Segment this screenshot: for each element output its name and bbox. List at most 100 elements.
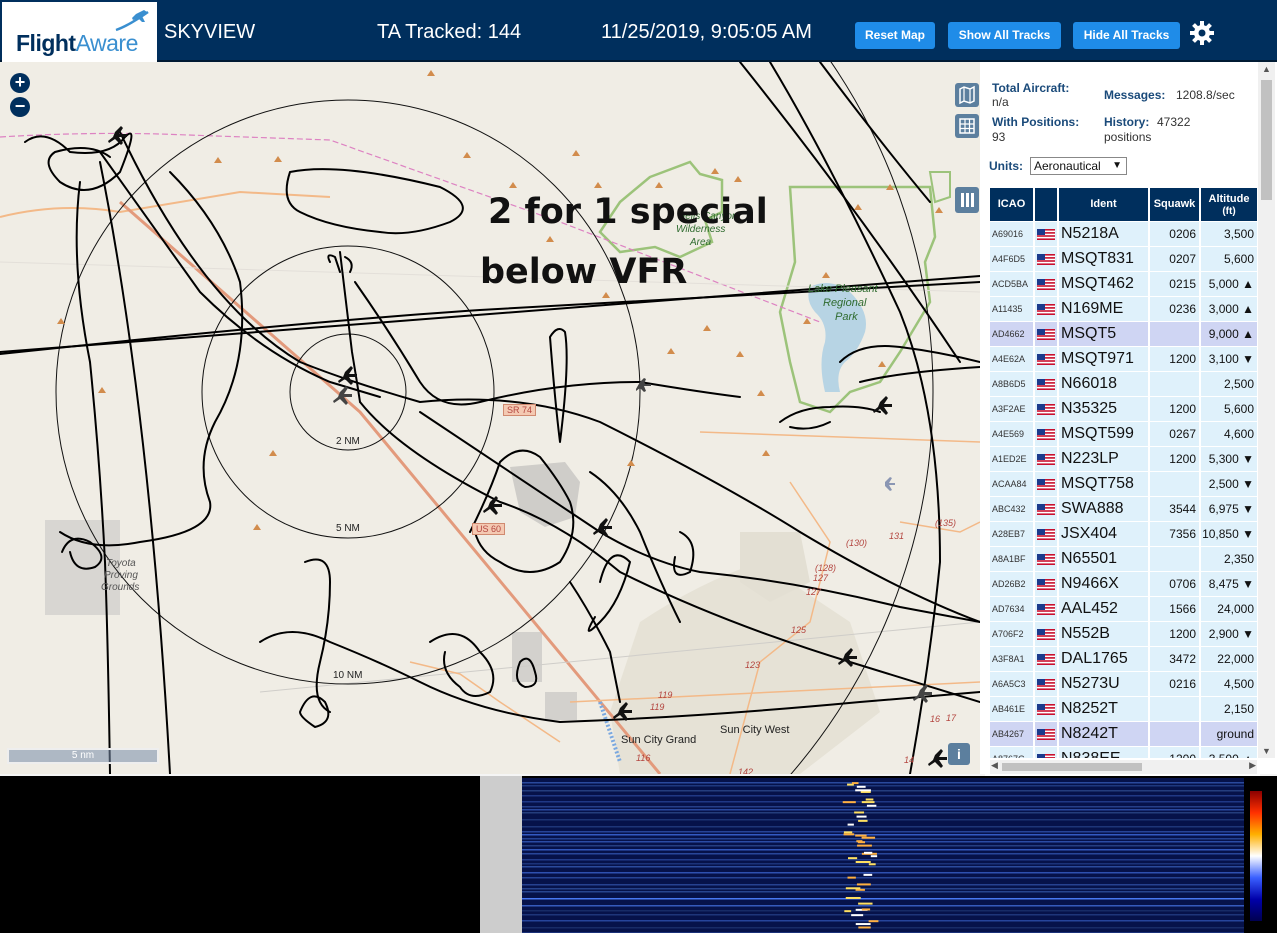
cell-flag (1035, 422, 1057, 446)
table-row[interactable]: ABC432 SWA888 3544 6,975 ▼ (990, 497, 1257, 522)
gear-icon[interactable] (1189, 20, 1215, 46)
history-value: 47322 (1157, 115, 1191, 129)
scroll-right-icon[interactable]: ▶ (1249, 760, 1256, 771)
table-row[interactable]: A1ED2E N223LP 1200 5,300 ▼ (990, 447, 1257, 472)
cell-icao: A4F6D5 (990, 247, 1033, 271)
table-row[interactable]: A3F2AE N35325 1200 5,600 (990, 397, 1257, 422)
table-row[interactable]: AB4267 N8242T ground (990, 722, 1257, 747)
table-row[interactable]: A706F2 N552B 1200 2,900 ▼ (990, 622, 1257, 647)
table-row[interactable]: A4E62A MSQT971 1200 3,100 ▼ (990, 347, 1257, 372)
cell-icao: ACD5BA (990, 272, 1033, 296)
table-row[interactable]: A69016 N5218A 0206 3,500 (990, 222, 1257, 247)
col-header-flag[interactable] (1035, 188, 1057, 221)
zoom-in-button[interactable]: + (10, 73, 30, 93)
cell-squawk (1150, 472, 1199, 496)
spectrum-line (522, 841, 1244, 843)
hwy-label: 119 (658, 690, 673, 700)
cell-icao: A69016 (990, 222, 1033, 246)
scale-bar: 5 nm (7, 748, 159, 764)
ring-label-10nm: 10 NM (333, 670, 363, 681)
info-button[interactable]: i (948, 743, 970, 765)
map-layers-button[interactable] (955, 83, 979, 107)
grid-toggle-button[interactable] (955, 114, 979, 138)
table-row[interactable]: ACAA84 MSQT758 2,500 ▼ (990, 472, 1257, 497)
table-row[interactable]: AB461E N8252T 2,150 (990, 697, 1257, 722)
cell-squawk: 0207 (1150, 247, 1199, 271)
table-row[interactable]: A4E569 MSQT599 0267 4,600 (990, 422, 1257, 447)
column-toggle-button[interactable] (955, 187, 979, 213)
col-header-squawk[interactable]: Squawk (1150, 188, 1199, 221)
scrollbar-thumb[interactable] (1002, 763, 1142, 771)
flightaware-logo[interactable]: FlightAware (2, 2, 157, 62)
cell-ident: MSQT758 (1059, 472, 1148, 496)
scrollbar-thumb[interactable] (1261, 80, 1272, 200)
cell-altitude: 2,500 ▼ (1201, 472, 1257, 496)
cell-squawk: 0236 (1150, 297, 1199, 321)
spectrum-peak (861, 836, 876, 839)
us-flag-icon (1037, 679, 1055, 690)
units-select[interactable]: Aeronautical ▼ (1030, 157, 1127, 175)
us-flag-icon (1037, 579, 1055, 590)
table-row[interactable]: A8A1BF N65501 2,350 (990, 547, 1257, 572)
table-row[interactable]: A8B6D5 N66018 2,500 (990, 372, 1257, 397)
vertical-scrollbar[interactable]: ▲ ▼ (1258, 62, 1275, 758)
scroll-left-icon[interactable]: ◀ (991, 760, 998, 771)
map-canvas (0, 62, 980, 774)
spectrum-peak (861, 908, 871, 911)
cell-flag (1035, 247, 1057, 271)
logo-text: FlightAware (16, 30, 138, 56)
table-row[interactable]: A6A5C3 N5273U 0216 4,500 (990, 672, 1257, 697)
table-row[interactable]: ACD5BA MSQT462 0215 5,000 ▲ (990, 272, 1257, 297)
cell-icao: A4E569 (990, 422, 1033, 446)
spectrum-peak (866, 804, 877, 807)
hide-all-tracks-button[interactable]: Hide All Tracks (1073, 22, 1180, 49)
spectrum-peak (844, 910, 852, 913)
table-row[interactable]: A11435 N169ME 0236 3,000 ▲ (990, 297, 1257, 322)
table-row[interactable]: A4F6D5 MSQT831 0207 5,600 (990, 247, 1257, 272)
spectrum-peak (857, 844, 872, 847)
spectrum-line (522, 809, 1244, 811)
cell-icao: A6A5C3 (990, 672, 1033, 696)
us-flag-icon (1037, 654, 1055, 665)
col-header-ident[interactable]: Ident (1059, 188, 1148, 221)
horizontal-scrollbar[interactable]: ◀ ▶ (990, 760, 1257, 774)
map-view[interactable]: 2 NM 5 NM 10 NM Sun City Grand Sun City … (0, 62, 980, 774)
spectrum-line (522, 812, 1244, 814)
cell-flag (1035, 222, 1057, 246)
reset-map-button[interactable]: Reset Map (855, 22, 935, 49)
scroll-down-icon[interactable]: ▼ (1262, 746, 1271, 756)
table-row[interactable]: AD26B2 N9466X 0706 8,475 ▼ (990, 572, 1257, 597)
cell-flag (1035, 572, 1057, 596)
cell-squawk: 0215 (1150, 272, 1199, 296)
col-header-icao[interactable]: ICAO (990, 188, 1033, 221)
us-flag-icon (1037, 304, 1055, 315)
table-row[interactable]: A3F8A1 DAL1765 3472 22,000 (990, 647, 1257, 672)
top-header: FlightAware SKYVIEW TA Tracked: 144 11/2… (0, 0, 1277, 62)
cell-ident: N35325 (1059, 397, 1148, 421)
col-header-altitude[interactable]: Altitude (ft) (1201, 188, 1257, 221)
us-flag-icon (1037, 454, 1055, 465)
spectrum-peak (870, 855, 878, 858)
hwy-label: 127 (806, 587, 822, 597)
us-flag-icon (1037, 504, 1055, 515)
place-lake-pleasant-1: Lake Pleasant (808, 283, 878, 295)
tracked-count: TA Tracked: 144 (377, 21, 522, 43)
spectrum-line (522, 853, 1244, 855)
table-row[interactable]: AD7634 AAL452 1566 24,000 (990, 597, 1257, 622)
us-flag-icon (1037, 629, 1055, 640)
cell-icao: A11435 (990, 297, 1033, 321)
spectrum-line (522, 838, 1244, 840)
us-flag-icon (1037, 379, 1055, 390)
table-row[interactable]: AD4662 MSQT5 9,000 ▲ (990, 322, 1257, 347)
cell-squawk: 1200 (1150, 447, 1199, 471)
spectrum-peak (855, 923, 871, 926)
table-row[interactable]: A28EB7 JSX404 7356 10,850 ▼ (990, 522, 1257, 547)
panel-divider[interactable] (480, 776, 522, 933)
spectrum-line (522, 872, 1244, 874)
show-all-tracks-button[interactable]: Show All Tracks (948, 22, 1061, 49)
scroll-up-icon[interactable]: ▲ (1262, 64, 1271, 74)
cell-ident: N169ME (1059, 297, 1148, 321)
cell-altitude: 2,900 ▼ (1201, 622, 1257, 646)
hwy-label: 14 (904, 755, 915, 765)
zoom-out-button[interactable]: − (10, 97, 30, 117)
